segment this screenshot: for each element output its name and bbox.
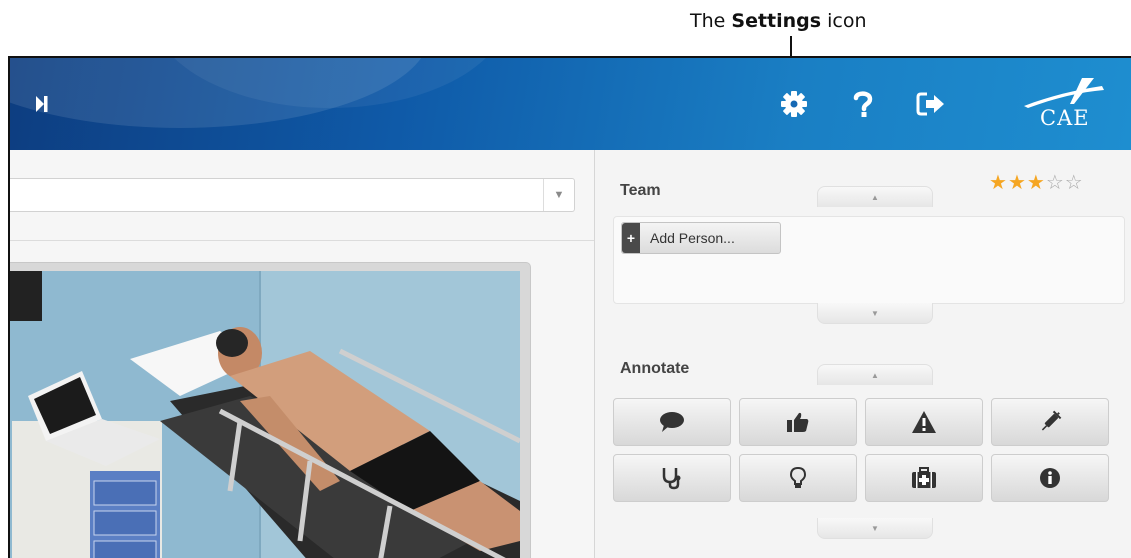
app-window: CAE ▼ Team ▲ ★★★☆☆ + Add Person... ▼ Ann… xyxy=(8,56,1131,558)
header-bar: CAE xyxy=(10,58,1131,150)
sign-out-icon xyxy=(916,92,944,116)
logout-button[interactable] xyxy=(911,84,951,124)
rating-stars[interactable]: ★★★☆☆ xyxy=(989,170,1084,195)
warning-icon xyxy=(912,411,936,433)
plus-icon: + xyxy=(622,223,640,253)
lightbulb-icon xyxy=(789,466,807,488)
gear-icon xyxy=(781,91,807,117)
caret-down-icon: ▼ xyxy=(543,179,574,211)
add-person-button[interactable]: + Add Person... xyxy=(621,222,781,254)
logo-text: CAE xyxy=(1040,106,1090,130)
callout-bold: Settings xyxy=(731,10,822,32)
medkit-icon xyxy=(912,467,936,488)
syringe-button[interactable] xyxy=(991,398,1109,446)
scenario-select[interactable]: ▼ xyxy=(10,178,575,212)
comment-button[interactable] xyxy=(613,398,731,446)
annotate-expand-tab[interactable]: ▼ xyxy=(817,518,933,539)
callout-suffix: icon xyxy=(821,10,867,32)
right-panel: Team ▲ ★★★☆☆ + Add Person... ▼ Annotate … xyxy=(594,150,1131,558)
add-person-label: Add Person... xyxy=(650,230,735,246)
medkit-button[interactable] xyxy=(865,454,983,502)
team-title: Team xyxy=(620,182,661,199)
skip-forward-button[interactable] xyxy=(30,84,54,124)
help-button[interactable] xyxy=(843,84,883,124)
info-icon xyxy=(1040,468,1060,488)
main-content: ▼ xyxy=(10,150,594,558)
warning-button[interactable] xyxy=(865,398,983,446)
star-icon[interactable]: ★ xyxy=(1027,172,1046,194)
stethoscope-button[interactable] xyxy=(613,454,731,502)
star-outline-icon[interactable]: ☆ xyxy=(1065,172,1084,194)
settings-button[interactable] xyxy=(774,84,814,124)
stethoscope-icon xyxy=(662,468,681,490)
lightbulb-button[interactable] xyxy=(739,454,857,502)
syringe-icon xyxy=(1041,410,1062,431)
star-outline-icon[interactable]: ☆ xyxy=(1046,172,1065,194)
annotate-grid xyxy=(613,388,1125,508)
info-button[interactable] xyxy=(991,454,1109,502)
content-divider xyxy=(10,240,594,241)
team-collapse-tab[interactable]: ▲ xyxy=(817,186,933,207)
annotate-collapse-tab[interactable]: ▲ xyxy=(817,364,933,385)
team-expand-tab[interactable]: ▼ xyxy=(817,303,933,324)
skip-forward-icon xyxy=(36,96,48,112)
question-mark-icon xyxy=(853,91,873,117)
cae-logo-swoosh xyxy=(1024,78,1104,108)
patient-video[interactable] xyxy=(10,271,520,558)
video-panel xyxy=(10,262,531,558)
star-icon[interactable]: ★ xyxy=(1008,172,1027,194)
callout-prefix: The xyxy=(690,10,732,32)
star-icon[interactable]: ★ xyxy=(989,172,1008,194)
thumbs-up-icon xyxy=(787,412,809,432)
settings-callout: The Settings icon xyxy=(690,10,867,32)
annotate-title: Annotate xyxy=(620,360,690,377)
comment-icon xyxy=(660,412,684,432)
patient-video-image xyxy=(10,271,520,558)
thumbs-up-button[interactable] xyxy=(739,398,857,446)
